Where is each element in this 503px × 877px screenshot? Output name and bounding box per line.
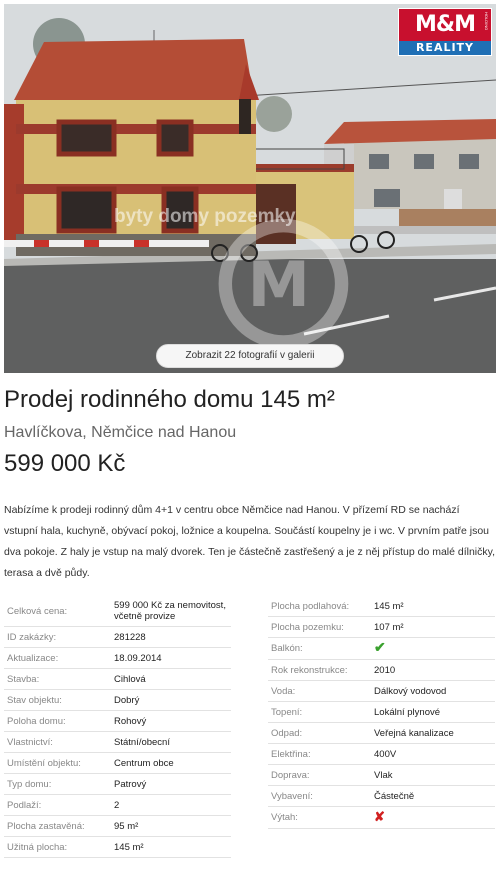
logo-text-top: M&M xyxy=(415,12,476,37)
param-label: Podlaží: xyxy=(7,799,42,811)
param-row: Odpad: Veřejná kanalizace xyxy=(268,723,495,744)
param-label: Stavba: xyxy=(7,673,40,685)
param-label: Plocha pozemku: xyxy=(271,621,344,633)
param-row: Aktualizace: 18.09.2014 xyxy=(4,648,231,669)
cross-icon: ✘ xyxy=(374,809,385,824)
logo-text-side: HOLDING xyxy=(484,12,489,31)
param-value: 18.09.2014 xyxy=(114,652,162,664)
param-value: Rohový xyxy=(114,715,147,727)
param-row: Plocha podlahová: 145 m² xyxy=(268,596,495,617)
watermark-text: byty domy pozemky xyxy=(114,206,296,227)
param-label: Umístění objektu: xyxy=(7,757,81,769)
param-value: Dálkový vodovod xyxy=(374,685,447,697)
param-label: Balkón: xyxy=(271,643,303,654)
param-value: Veřejná kanalizace xyxy=(374,727,454,739)
param-row: Doprava: Vlak xyxy=(268,765,495,786)
param-value: Vlak xyxy=(374,769,393,781)
param-row: Vlastnictví: Státní/obecní xyxy=(4,732,231,753)
params-table-left: Celková cena: 599 000 Kč za nemovitost, … xyxy=(4,596,231,858)
param-label: Celková cena: xyxy=(7,605,68,617)
param-value: 145 m² xyxy=(114,841,144,853)
param-label: ID zakázky: xyxy=(7,631,57,643)
param-value: Lokální plynové xyxy=(374,706,441,718)
brand-logo: M&M REALITY HOLDING xyxy=(398,8,492,56)
param-label: Vlastnictví: xyxy=(7,736,53,748)
param-value: Dobrý xyxy=(114,694,140,706)
param-label: Výtah: xyxy=(271,812,298,823)
param-value: 145 m² xyxy=(374,600,404,612)
svg-text:M: M xyxy=(248,248,310,321)
param-row: Celková cena: 599 000 Kč za nemovitost, … xyxy=(4,596,231,627)
param-row: Umístění objektu: Centrum obce xyxy=(4,753,231,774)
param-row: Výtah: ✘ xyxy=(268,807,495,829)
param-row: Elektřina: 400V xyxy=(268,744,495,765)
param-label: Vybavení: xyxy=(271,790,313,802)
param-value: 107 m² xyxy=(374,621,404,633)
param-value: Částečně xyxy=(374,790,415,802)
param-label: Topení: xyxy=(271,706,303,718)
param-label: Odpad: xyxy=(271,727,303,739)
listing-title: Prodej rodinného domu 145 m² xyxy=(4,386,335,413)
param-row: Topení: Lokální plynové xyxy=(268,702,495,723)
listing-address: Havlíčkova, Němčice nad Hanou xyxy=(4,424,237,441)
param-value: Státní/obecní xyxy=(114,736,170,748)
param-row: Plocha zastavěná: 95 m² xyxy=(4,816,231,837)
param-row: Vybavení: Částečně xyxy=(268,786,495,807)
param-row: Stavba: Cihlová xyxy=(4,669,231,690)
param-row: Balkón: ✔ xyxy=(268,638,495,660)
gallery-button[interactable]: Zobrazit 22 fotografií v galerii xyxy=(156,344,344,368)
param-value: 599 000 Kč za nemovitost, včetně provize xyxy=(114,600,226,622)
param-row: Poloha domu: Rohový xyxy=(4,711,231,732)
param-row: Typ domu: Patrový xyxy=(4,774,231,795)
param-value: Cihlová xyxy=(114,673,146,685)
param-value: 400V xyxy=(374,748,397,760)
logo-text-bottom: REALITY xyxy=(399,41,491,55)
params-table-right: Plocha podlahová: 145 m² Plocha pozemku:… xyxy=(268,596,495,829)
check-icon: ✔ xyxy=(374,639,386,655)
param-value: 2 xyxy=(114,799,120,811)
param-label: Rok rekonstrukce: xyxy=(271,664,348,676)
param-row: Voda: Dálkový vodovod xyxy=(268,681,495,702)
listing-price: 599 000 Kč xyxy=(4,450,126,477)
param-label: Užitná plocha: xyxy=(7,841,68,853)
param-label: Poloha domu: xyxy=(7,715,66,727)
param-value: 95 m² xyxy=(114,820,139,832)
param-row: Stav objektu: Dobrý xyxy=(4,690,231,711)
param-label: Plocha zastavěná: xyxy=(7,820,85,832)
property-photo[interactable]: M&M REALITY HOLDING M byty domy pozemky … xyxy=(4,4,496,373)
param-value: Patrový xyxy=(114,778,147,790)
param-label: Doprava: xyxy=(271,769,310,781)
param-row: Plocha pozemku: 107 m² xyxy=(268,617,495,638)
param-row: Podlaží: 2 xyxy=(4,795,231,816)
param-row: ID zakázky: 281228 xyxy=(4,627,231,648)
param-row: Rok rekonstrukce: 2010 xyxy=(268,660,495,681)
param-value: Centrum obce xyxy=(114,757,174,769)
param-value: ✔ xyxy=(374,638,495,659)
param-label: Elektřina: xyxy=(271,748,311,760)
param-value: 281228 xyxy=(114,631,146,643)
param-label: Aktualizace: xyxy=(7,652,59,664)
param-value: ✘ xyxy=(374,807,495,828)
listing-description: Nabízíme k prodeji rodinný dům 4+1 v cen… xyxy=(4,504,496,579)
param-label: Stav objektu: xyxy=(7,694,62,706)
param-value: 2010 xyxy=(374,664,396,676)
param-label: Plocha podlahová: xyxy=(271,600,350,612)
param-label: Voda: xyxy=(271,685,296,697)
param-row: Užitná plocha: 145 m² xyxy=(4,837,231,858)
watermark-logo-icon: M xyxy=(218,218,349,349)
param-label: Typ domu: xyxy=(7,778,52,790)
